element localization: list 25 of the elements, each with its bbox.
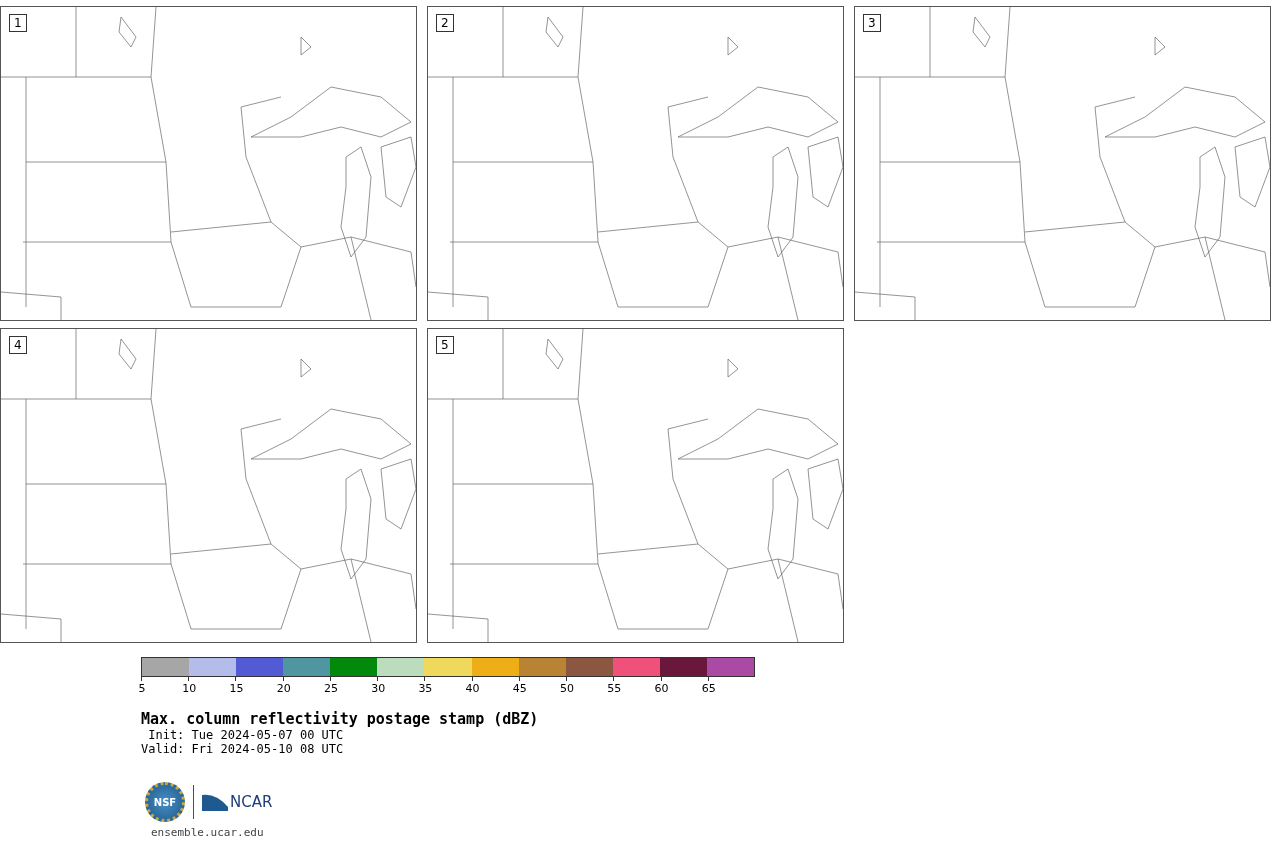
tick-label: 20 <box>276 682 291 695</box>
tick-label: 25 <box>323 682 338 695</box>
init-time: Init: Tue 2024-05-07 00 UTC <box>147 728 344 742</box>
tick-label: 30 <box>371 682 386 695</box>
panel-number: 1 <box>9 14 27 32</box>
tick-label: 15 <box>229 682 244 695</box>
tick-label: 55 <box>607 682 622 695</box>
chart-title: Max. column reflectivity postage stamp (dBZ) <box>141 710 539 728</box>
valid-time: Valid: Fri 2024-05-10 08 UTC <box>141 742 344 756</box>
tick-label: 50 <box>560 682 575 695</box>
panel-number: 3 <box>863 14 881 32</box>
panel-number: 4 <box>9 336 27 354</box>
wave-logo-icon <box>202 793 228 811</box>
tick-label: 45 <box>512 682 527 695</box>
tick-label: 60 <box>654 682 669 695</box>
website-url: ensemble.ucar.edu <box>151 826 264 839</box>
tick-label: 10 <box>182 682 197 695</box>
tick-label: 35 <box>418 682 433 695</box>
panel-number: 5 <box>436 336 454 354</box>
tick-label: 40 <box>465 682 480 695</box>
seal-logo: NSF <box>145 782 185 822</box>
panel-number: 2 <box>436 14 454 32</box>
logo-text: NCAR <box>230 793 273 811</box>
tick-label: 65 <box>701 682 716 695</box>
tick-label: 5 <box>138 682 146 695</box>
